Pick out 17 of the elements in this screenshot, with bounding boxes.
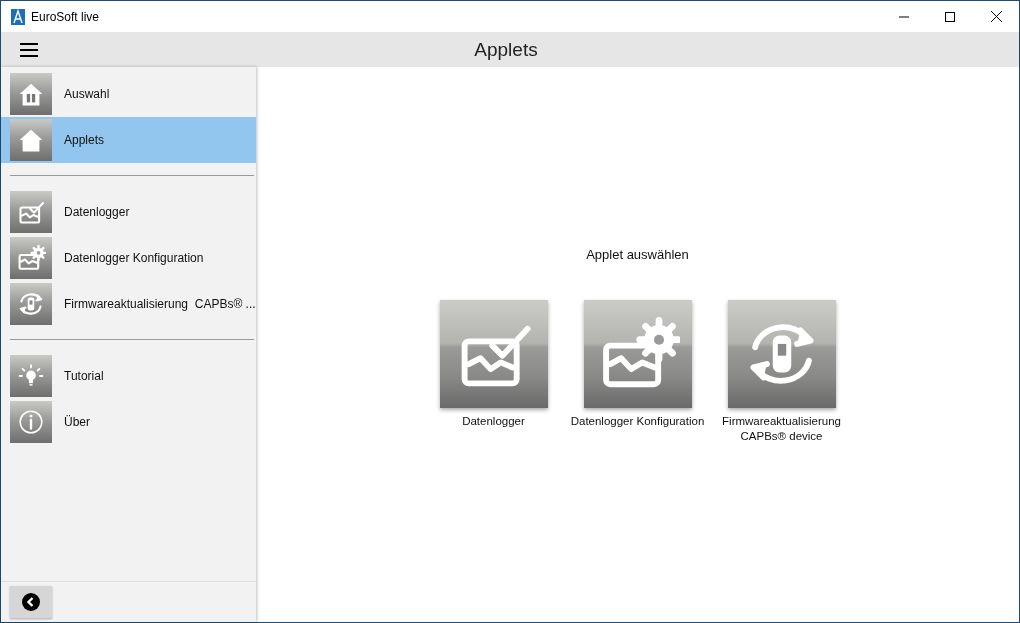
maximize-icon [945, 11, 955, 22]
back-icon [22, 593, 40, 611]
sidebar-item[interactable]: Auswahl [1, 71, 256, 117]
chart-gear-icon [16, 243, 46, 273]
page-title: Applets [473, 38, 539, 61]
window-title: EuroSoft live [31, 9, 101, 24]
menu-icon [20, 42, 38, 57]
sidebar-item[interactable]: Firmwareaktualisierung CAPBs® ... [1, 281, 256, 327]
sidebar-item[interactable]: Tutorial [1, 353, 256, 399]
section-heading: Applet auswählen [586, 247, 689, 262]
sidebar-item[interactable]: Applets [1, 117, 256, 163]
app-logo-icon [11, 8, 25, 25]
sidebar-item[interactable]: Datenlogger Konfiguration [1, 235, 256, 281]
close-icon [990, 11, 1002, 22]
sidebar-item[interactable]: Datenlogger [1, 189, 256, 235]
sidebar-item[interactable]: Über [1, 399, 256, 445]
back-button[interactable] [10, 586, 52, 618]
